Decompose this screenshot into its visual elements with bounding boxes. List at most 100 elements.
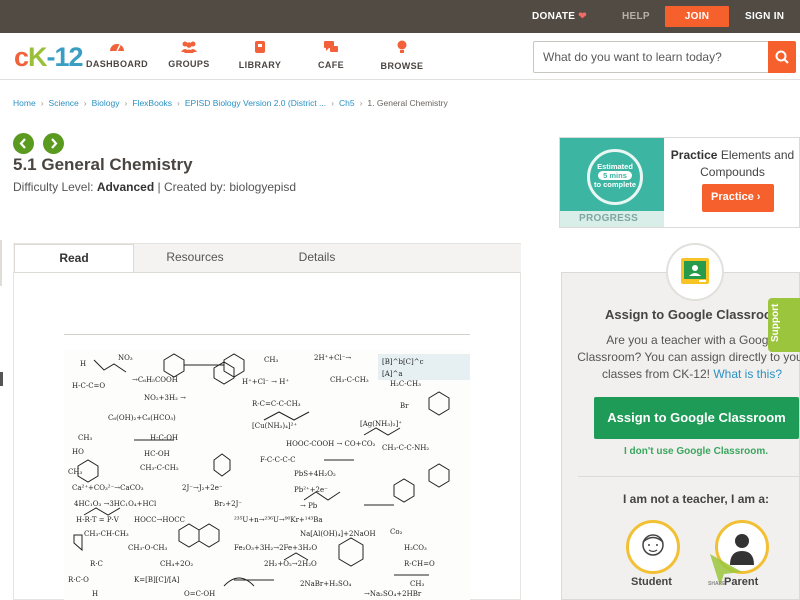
- svg-text:2H₂+O₂→2H₂O: 2H₂+O₂→2H₂O: [264, 560, 317, 568]
- dont-use-google-classroom-link[interactable]: I don't use Google Classroom.: [624, 446, 768, 457]
- svg-text:HC-OH: HC-OH: [144, 450, 170, 458]
- breadcrumb-biology[interactable]: Biology: [92, 98, 120, 108]
- nav-browse-label: BROWSE: [380, 61, 424, 71]
- breadcrumb-separator: ›: [359, 98, 363, 108]
- tab-details[interactable]: Details: [258, 244, 376, 273]
- svg-text:CH₃: CH₃: [410, 580, 424, 588]
- svg-text:CH₃: CH₃: [68, 468, 82, 476]
- support-label: Support: [770, 303, 781, 342]
- svg-text:²³⁵U+n→²³⁶U→⁹⁰Kr+¹⁴³Ba: ²³⁵U+n→²³⁶U→⁹⁰Kr+¹⁴³Ba: [234, 516, 323, 524]
- svg-text:[B]^b[C]^c: [B]^b[C]^c: [382, 358, 424, 366]
- practice-card[interactable]: Estimated 5 mins to complete PROGRESS Pr…: [559, 137, 800, 228]
- svg-text:2NaBr+H₂SO₄: 2NaBr+H₂SO₄: [300, 580, 352, 588]
- svg-text:2H⁺+Cl⁻→: 2H⁺+Cl⁻→: [314, 354, 351, 362]
- previous-lesson-button[interactable]: [13, 133, 34, 154]
- library-icon: [255, 41, 265, 53]
- svg-text:F-C-C-C-C: F-C-C-C-C: [260, 456, 295, 464]
- svg-text:R·C·O: R·C·O: [68, 576, 89, 584]
- svg-text:PbS+4H₂O₂: PbS+4H₂O₂: [294, 470, 336, 478]
- svg-text:[A]^a: [A]^a: [382, 370, 403, 378]
- breadcrumb: Home › Science › Biology › FlexBooks › EPISD Bio…: [13, 98, 448, 108]
- help-link[interactable]: HELP: [622, 0, 650, 33]
- not-teacher-heading: I am not a teacher, I am a:: [623, 492, 770, 506]
- svg-text:CH₃-O-CH₃: CH₃-O-CH₃: [128, 544, 167, 552]
- svg-text:→ Pb: → Pb: [300, 502, 318, 510]
- share-label: SHARE: [708, 581, 726, 587]
- nav-cafe[interactable]: CAFE: [296, 40, 366, 70]
- breadcrumb-chapter[interactable]: Ch5: [339, 98, 355, 108]
- chevron-right-icon: ›: [756, 191, 761, 203]
- svg-text:R-CH=O: R-CH=O: [404, 560, 435, 568]
- practice-heading: Practice Elements and Compounds: [664, 147, 800, 181]
- heart-icon: ❤: [578, 11, 587, 22]
- practice-button-label: Practice: [711, 191, 754, 203]
- svg-text:[Ag(NH₃)₂]⁺: [Ag(NH₃)₂]⁺: [360, 420, 402, 428]
- breadcrumb-science[interactable]: Science: [49, 98, 79, 108]
- breadcrumb-current: 1. General Chemistry: [367, 98, 448, 108]
- svg-text:H: H: [80, 360, 86, 368]
- breadcrumb-book[interactable]: EPISD Biology Version 2.0 (District ...: [185, 98, 326, 108]
- nav-browse[interactable]: BROWSE: [367, 40, 437, 71]
- svg-text:Ca²⁺+CO₃²⁻→CaCO₃: Ca²⁺+CO₃²⁻→CaCO₃: [72, 484, 144, 492]
- breadcrumb-separator: ›: [40, 98, 44, 108]
- search-button[interactable]: [768, 41, 796, 73]
- svg-text:O=C-OH: O=C-OH: [184, 590, 215, 598]
- practice-heading-bold: Practice: [670, 148, 718, 162]
- breadcrumb-separator: ›: [124, 98, 128, 108]
- svg-text:[Cu(NH₃)₄]²⁺: [Cu(NH₃)₄]²⁺: [252, 422, 297, 430]
- svg-text:2J⁻→J₂+2e⁻: 2J⁻→J₂+2e⁻: [182, 484, 223, 492]
- browse-icon: [397, 40, 407, 53]
- google-classroom-description: Are you a teacher with a Google Classroo…: [574, 332, 800, 383]
- student-label: Student: [631, 576, 672, 588]
- page-title: 5.1 General Chemistry: [13, 155, 193, 174]
- groups-icon: [181, 41, 197, 53]
- search-icon: [775, 50, 789, 64]
- google-classroom-title: Assign to Google Classroo: [605, 307, 772, 322]
- svg-text:R-C=C-C-CH₃: R-C=C-C-CH₃: [252, 400, 301, 408]
- nav-cafe-label: CAFE: [317, 60, 345, 70]
- breadcrumb-separator: ›: [331, 98, 334, 108]
- to-complete-label: to complete: [593, 180, 637, 189]
- svg-text:HO: HO: [72, 448, 84, 456]
- svg-text:Br₂+2J⁻: Br₂+2J⁻: [214, 500, 242, 508]
- join-button[interactable]: JOIN: [665, 6, 729, 27]
- assign-google-classroom-button[interactable]: Assign to Google Classroom: [594, 397, 799, 439]
- svg-text:Fe₂O₃+3H₂→2Fe+3H₂O: Fe₂O₃+3H₂→2Fe+3H₂O: [234, 544, 317, 552]
- nav-dashboard[interactable]: DASHBOARD: [82, 40, 152, 69]
- svg-text:H-C-C=O: H-C-C=O: [72, 382, 105, 390]
- sign-in-link[interactable]: SIGN IN: [745, 0, 784, 33]
- breadcrumb-home[interactable]: Home: [13, 98, 36, 108]
- left-edge-marker: [0, 372, 3, 386]
- support-tab[interactable]: Support: [768, 298, 800, 352]
- search-input[interactable]: [534, 42, 769, 72]
- student-option[interactable]: [626, 520, 680, 574]
- svg-text:H⁺+Cl⁻ → H⁺: H⁺+Cl⁻ → H⁺: [242, 378, 289, 386]
- svg-text:C₆(OH)₂+C₆(HCO₃): C₆(OH)₂+C₆(HCO₃): [108, 414, 176, 422]
- svg-text:HOOC-COOH → CO+CO₂: HOOC-COOH → CO+CO₂: [286, 440, 376, 448]
- nav-dashboard-label: DASHBOARD: [85, 59, 149, 69]
- breadcrumb-flexbooks[interactable]: FlexBooks: [132, 98, 172, 108]
- donate-link[interactable]: DONATE ❤: [532, 0, 587, 33]
- progress-label: PROGRESS: [560, 211, 664, 227]
- chemistry-formulas-illustration: H NO₃ CH₃ 2H⁺+Cl⁻→ [B]^b[C]^c [A]^a H-C-C=O →…: [68, 353, 470, 598]
- top-bar: DONATE ❤ HELP JOIN SIGN IN: [0, 0, 800, 33]
- tab-read[interactable]: Read: [14, 244, 134, 273]
- search-box: [533, 41, 796, 73]
- estimated-mins: 5 mins: [598, 171, 632, 180]
- svg-text:CH₃-CH-CH₃: CH₃-CH-CH₃: [84, 530, 129, 538]
- next-lesson-button[interactable]: [43, 133, 64, 154]
- google-classroom-icon: [681, 258, 709, 284]
- left-edge-marker: [0, 240, 2, 286]
- main-nav: cK-12 DASHBOARD GROUPS LIBRARY CAFE BROW…: [0, 33, 800, 80]
- what-is-this-link[interactable]: What is this?: [713, 367, 782, 381]
- nav-library[interactable]: LIBRARY: [225, 40, 295, 70]
- nav-groups[interactable]: GROUPS: [154, 40, 224, 69]
- dashboard-icon: [110, 44, 124, 52]
- ck12-logo[interactable]: cK-12: [14, 42, 84, 73]
- tab-resources[interactable]: Resources: [136, 244, 254, 273]
- svg-text:H₂C-CH₃: H₂C-CH₃: [390, 380, 421, 388]
- practice-button[interactable]: Practice ›: [702, 184, 774, 212]
- share-widget[interactable]: SHARE: [706, 550, 746, 595]
- logo-part-12: -12: [46, 42, 84, 72]
- content-divider: [64, 334, 470, 335]
